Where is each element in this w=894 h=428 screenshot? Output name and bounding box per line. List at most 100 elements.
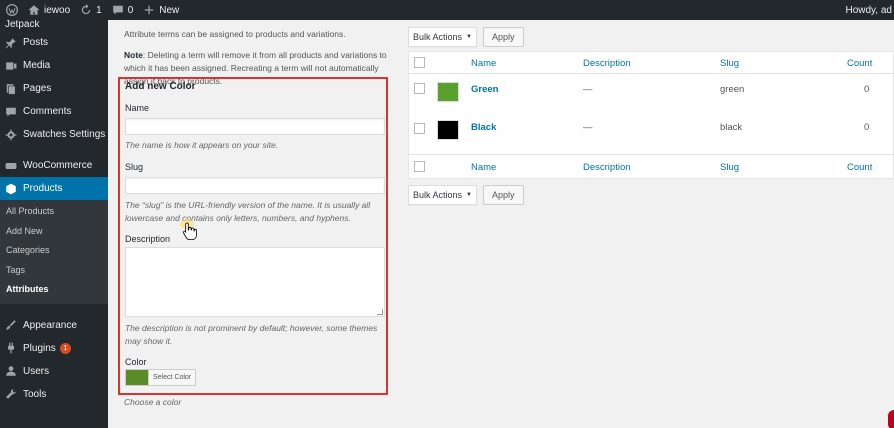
term-count: 0 (864, 84, 870, 95)
menu-swatches-label: Swatches Settings (23, 129, 106, 140)
intro-text: Attribute terms can be assigned to produ… (124, 29, 346, 39)
submenu-categories[interactable]: Categories (0, 241, 108, 261)
admin-bar: iewoo 1 0 New Howdy, ad (0, 0, 894, 20)
updates-link[interactable]: 1 (80, 4, 102, 16)
menu-plugins[interactable]: Plugins 1 (0, 337, 108, 360)
term-name-link[interactable]: Green (471, 84, 498, 95)
submenu-tags[interactable]: Tags (0, 261, 108, 281)
submenu-add-new[interactable]: Add New (0, 222, 108, 242)
comments-count: 0 (127, 4, 134, 16)
color-label: Color (125, 357, 147, 367)
refresh-icon (81, 4, 91, 15)
slug-input[interactable] (125, 177, 385, 194)
menu-woocommerce-label: WooCommerce (23, 160, 93, 171)
selected-color-swatch[interactable] (126, 370, 148, 385)
select-all-checkbox-top[interactable] (414, 57, 425, 68)
column-description-footer[interactable]: Description (583, 162, 631, 173)
color-picker-button[interactable]: Select Color (125, 369, 197, 386)
dropdown-caret-icon: ▼ (466, 192, 472, 198)
howdy-user[interactable]: Howdy, ad (845, 5, 894, 16)
site-name: iewoo (44, 4, 71, 16)
term-name-link[interactable]: Black (471, 122, 496, 133)
column-description[interactable]: Description (583, 58, 631, 69)
comments-link[interactable]: 0 (112, 4, 134, 16)
menu-appearance[interactable]: Appearance (0, 314, 108, 337)
bulk-actions-select-top[interactable]: Bulk Actions ▼ (408, 27, 477, 47)
menu-products[interactable]: Products (0, 177, 108, 200)
gear-icon (5, 129, 17, 140)
bulk-actions-top: Bulk Actions ▼ Apply (408, 27, 524, 47)
resize-handle-icon[interactable] (377, 309, 383, 315)
bulk-actions-label-bottom: Bulk Actions (413, 190, 463, 200)
table-footer-row: Name Description Slug Count (409, 154, 893, 178)
column-name[interactable]: Name (471, 58, 496, 69)
site-name-link[interactable]: iewoo (28, 4, 70, 16)
menu-comments[interactable]: Comments (0, 100, 108, 123)
menu-users[interactable]: Users (0, 360, 108, 383)
select-color-button[interactable]: Select Color (148, 370, 195, 385)
plug-icon (8, 342, 14, 354)
menu-jetpack[interactable]: Jetpack (0, 20, 108, 31)
menu-posts[interactable]: Posts (0, 31, 108, 54)
name-input[interactable] (125, 118, 385, 135)
bulk-actions-select-bottom[interactable]: Bulk Actions ▼ (408, 185, 477, 205)
wordpress-logo-icon[interactable] (6, 4, 18, 16)
new-content-link[interactable]: New (143, 4, 179, 16)
select-all-checkbox-bottom[interactable] (414, 161, 425, 172)
menu-tools-label: Tools (23, 388, 47, 400)
term-slug: green (720, 84, 745, 95)
wrench-icon (6, 389, 16, 399)
term-color-swatch (437, 120, 459, 140)
apply-button-bottom[interactable]: Apply (482, 185, 524, 205)
menu-pages-label: Pages (23, 83, 52, 94)
woo-icon (5, 162, 17, 169)
menu-swatches-settings[interactable]: Swatches Settings (0, 123, 108, 146)
column-count[interactable]: Count (847, 58, 872, 69)
table-row: Green — green 0 (409, 74, 893, 114)
box-icon (6, 183, 16, 194)
terms-table: Name Description Slug Count Green — gree… (408, 51, 894, 179)
bulk-actions-label-top: Bulk Actions (413, 32, 463, 42)
plugins-update-badge: 1 (59, 342, 71, 354)
description-help: The description is not prominent by defa… (125, 323, 378, 346)
choose-color-help: Choose a color (124, 397, 182, 407)
comment-bubble-icon (112, 5, 123, 15)
menu-jetpack-label: Jetpack (5, 20, 40, 30)
column-name-footer[interactable]: Name (471, 162, 496, 173)
name-label: Name (125, 103, 150, 113)
row-checkbox[interactable] (414, 83, 425, 94)
add-new-color-form: Add new Color Name The name is how it ap… (118, 77, 388, 395)
comment-icon (6, 107, 16, 116)
menu-pages[interactable]: Pages (0, 77, 108, 100)
brush-icon (6, 320, 16, 330)
new-label: New (159, 4, 180, 16)
row-checkbox[interactable] (414, 123, 425, 134)
form-title: Add new Color (125, 81, 196, 92)
user-icon (6, 366, 16, 376)
menu-tools[interactable]: Tools (0, 383, 108, 406)
menu-woocommerce[interactable]: WooCommerce (0, 154, 108, 177)
overlay-edge (888, 410, 894, 428)
submenu-all-products[interactable]: All Products (0, 202, 108, 222)
column-count-footer[interactable]: Count (847, 162, 872, 173)
column-slug[interactable]: Slug (720, 58, 739, 69)
updates-count: 1 (96, 4, 102, 16)
menu-media[interactable]: Media (0, 54, 108, 77)
submenu-attributes[interactable]: Attributes (0, 280, 108, 300)
table-row: Black — black 0 (409, 114, 893, 154)
apply-button-top[interactable]: Apply (482, 27, 524, 47)
dropdown-caret-icon: ▼ (466, 34, 472, 40)
slug-help: The “slug” is the URL-friendly version o… (125, 200, 371, 223)
pin-icon (5, 37, 16, 48)
menu-posts-label: Posts (23, 37, 49, 48)
menu-comments-label: Comments (23, 106, 72, 117)
pages-icon (6, 83, 16, 95)
description-textarea[interactable] (125, 247, 385, 317)
term-slug: black (720, 122, 743, 133)
admin-sidebar: Jetpack Posts Media Pages Comments Swatc… (0, 20, 108, 428)
term-count: 0 (864, 122, 870, 133)
column-slug-footer[interactable]: Slug (720, 162, 739, 173)
term-description: — (583, 84, 593, 95)
table-header-row: Name Description Slug Count (409, 52, 893, 74)
menu-media-label: Media (23, 60, 51, 71)
